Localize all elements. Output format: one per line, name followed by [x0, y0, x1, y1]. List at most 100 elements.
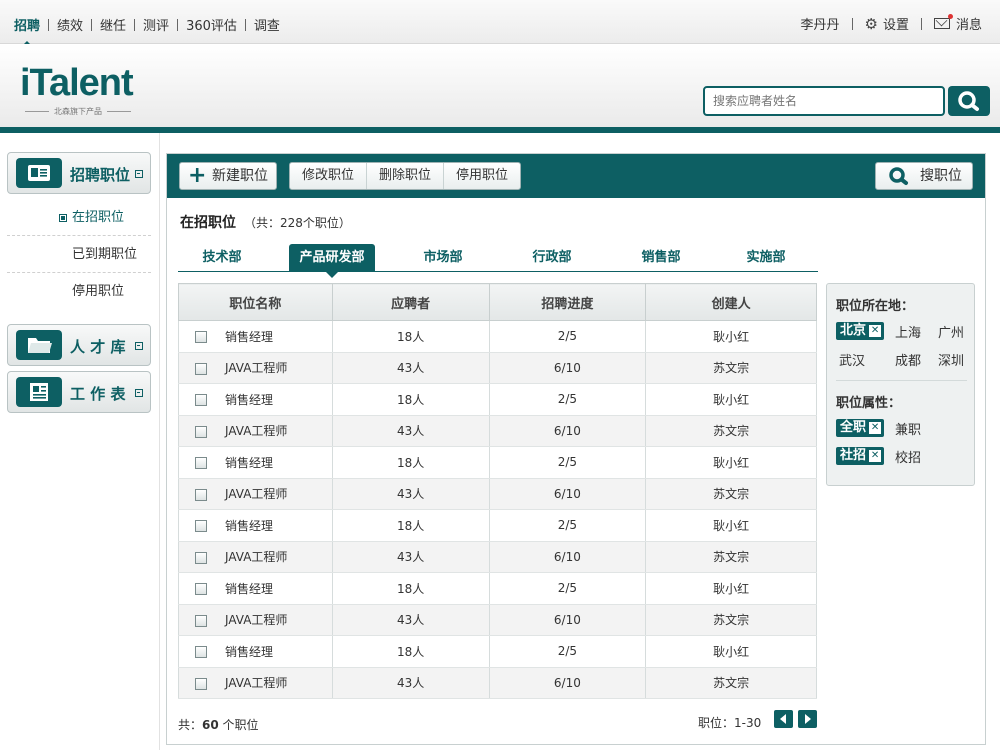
sidebar-item-disabled-positions[interactable]: 停用职位 [7, 273, 151, 310]
previous-page-button[interactable] [774, 710, 793, 728]
table-row[interactable]: JAVA工程师 43人 6/10 苏文宗 [178, 667, 817, 699]
delete-position-button[interactable]: 删除职位 [367, 163, 445, 189]
collapse-icon[interactable] [135, 170, 143, 178]
row-checkbox[interactable] [195, 425, 207, 438]
tab-admin[interactable]: 行政部 [509, 244, 595, 272]
position-name[interactable]: 销售经理 [225, 519, 273, 533]
row-checkbox[interactable] [195, 520, 207, 533]
applicants-cell[interactable]: 18人 [331, 572, 490, 605]
applicants-cell[interactable]: 18人 [331, 320, 490, 353]
col-applicants[interactable]: 应聘者 [331, 283, 490, 321]
filter-location-beijing[interactable]: 北京 ✕ [836, 322, 885, 340]
col-creator[interactable]: 创建人 [645, 283, 817, 321]
filter-attr-fulltime[interactable]: 全职 ✕ [836, 419, 885, 437]
filter-location-shenzhen[interactable]: 深圳 [938, 350, 964, 369]
applicants-cell[interactable]: 43人 [331, 604, 490, 636]
position-name-cell: 销售经理 [178, 383, 333, 416]
position-name[interactable]: JAVA工程师 [225, 676, 287, 690]
applicants-cell[interactable]: 43人 [331, 415, 490, 447]
position-name[interactable]: 销售经理 [225, 393, 273, 407]
applicant-search-input[interactable] [703, 86, 945, 116]
table-row[interactable]: JAVA工程师 43人 6/10 苏文宗 [178, 415, 817, 447]
table-row[interactable]: 销售经理 18人 2/5 耿小红 [178, 572, 817, 605]
messages-link[interactable]: 消息 [933, 14, 982, 33]
search-button[interactable] [948, 86, 990, 116]
col-progress[interactable]: 招聘进度 [488, 283, 647, 321]
row-checkbox[interactable] [195, 488, 207, 501]
search-positions-button[interactable]: 搜职位 [875, 162, 973, 190]
row-checkbox[interactable] [195, 677, 207, 690]
applicants-cell[interactable]: 18人 [331, 446, 490, 479]
row-checkbox[interactable] [195, 362, 207, 375]
tab-product-rd[interactable]: 产品研发部 [289, 244, 375, 278]
table-row[interactable]: JAVA工程师 43人 6/10 苏文宗 [178, 478, 817, 510]
tab-implementation[interactable]: 实施部 [723, 244, 809, 272]
next-page-button[interactable] [798, 710, 817, 728]
position-name[interactable]: 销售经理 [225, 456, 273, 470]
filter-location-guangzhou[interactable]: 广州 [938, 322, 964, 341]
filter-location-wuhan[interactable]: 武汉 [839, 350, 865, 369]
applicants-cell[interactable]: 43人 [331, 541, 490, 573]
row-checkbox[interactable] [195, 331, 207, 344]
filter-location-chengdu[interactable]: 成都 [895, 350, 921, 369]
logo[interactable]: iTalent 北森旗下产品 [20, 64, 136, 117]
close-icon[interactable]: ✕ [869, 325, 882, 337]
position-name[interactable]: JAVA工程师 [225, 361, 287, 375]
table-row[interactable]: 销售经理 18人 2/5 耿小红 [178, 446, 817, 479]
position-name[interactable]: JAVA工程师 [225, 424, 287, 438]
sidebar-item-expired-positions[interactable]: 已到期职位 [7, 236, 151, 273]
sidebar-talent-pool[interactable]: 人 才 库 [7, 324, 151, 366]
sidebar-worksheet[interactable]: 工 作 表 [7, 371, 151, 413]
modify-position-button[interactable]: 修改职位 [290, 163, 368, 189]
sidebar-item-open-positions[interactable]: 在招职位 [7, 199, 151, 236]
applicants-cell[interactable]: 43人 [331, 478, 490, 510]
disable-position-button[interactable]: 停用职位 [444, 163, 520, 189]
row-checkbox[interactable] [195, 551, 207, 564]
sidebar-recruit-positions[interactable]: 招聘职位 [7, 152, 151, 194]
row-checkbox[interactable] [195, 583, 207, 596]
tab-tech[interactable]: 技术部 [178, 244, 266, 272]
settings-link[interactable]: ⚙ 设置 [865, 14, 909, 33]
table-row[interactable]: JAVA工程师 43人 6/10 苏文宗 [178, 541, 817, 573]
applicants-cell[interactable]: 18人 [331, 635, 490, 668]
applicants-cell[interactable]: 18人 [331, 383, 490, 416]
expand-icon[interactable] [135, 342, 143, 350]
tab-marketing[interactable]: 市场部 [400, 244, 486, 272]
position-name[interactable]: 销售经理 [225, 582, 273, 596]
nav-recruit[interactable]: 招聘 [14, 15, 40, 46]
position-name[interactable]: JAVA工程师 [225, 487, 287, 501]
filter-attr-campus[interactable]: 校招 [895, 447, 921, 466]
close-icon[interactable]: ✕ [869, 422, 882, 434]
row-checkbox[interactable] [195, 614, 207, 627]
applicants-cell[interactable]: 18人 [331, 509, 490, 542]
filter-location-shanghai[interactable]: 上海 [895, 322, 921, 341]
user-name-link[interactable]: 李丹丹 [801, 14, 840, 33]
position-name[interactable]: JAVA工程师 [225, 613, 287, 627]
row-checkbox[interactable] [195, 646, 207, 659]
position-name[interactable]: JAVA工程师 [225, 550, 287, 564]
position-name[interactable]: 销售经理 [225, 330, 273, 344]
tab-sales[interactable]: 销售部 [618, 244, 704, 272]
nav-360-review[interactable]: 360评估 [186, 15, 237, 34]
applicants-cell[interactable]: 43人 [331, 667, 490, 699]
table-row[interactable]: 销售经理 18人 2/5 耿小红 [178, 320, 817, 353]
nav-succession[interactable]: 继任 [100, 15, 126, 34]
col-position-name[interactable]: 职位名称 [178, 283, 333, 321]
filter-attr-social[interactable]: 社招 ✕ [836, 447, 885, 465]
row-checkbox[interactable] [195, 457, 207, 470]
nav-assessment[interactable]: 测评 [143, 15, 169, 34]
row-checkbox[interactable] [195, 394, 207, 407]
table-row[interactable]: 销售经理 18人 2/5 耿小红 [178, 635, 817, 668]
filter-attr-parttime[interactable]: 兼职 [895, 419, 921, 438]
table-row[interactable]: 销售经理 18人 2/5 耿小红 [178, 383, 817, 416]
applicants-cell[interactable]: 43人 [331, 352, 490, 384]
expand-icon[interactable] [135, 389, 143, 397]
nav-survey[interactable]: 调查 [254, 15, 280, 34]
table-row[interactable]: 销售经理 18人 2/5 耿小红 [178, 509, 817, 542]
nav-performance[interactable]: 绩效 [57, 15, 83, 34]
position-name[interactable]: 销售经理 [225, 645, 273, 659]
table-row[interactable]: JAVA工程师 43人 6/10 苏文宗 [178, 604, 817, 636]
close-icon[interactable]: ✕ [869, 450, 882, 462]
table-row[interactable]: JAVA工程师 43人 6/10 苏文宗 [178, 352, 817, 384]
new-position-button[interactable]: + 新建职位 [179, 162, 277, 190]
